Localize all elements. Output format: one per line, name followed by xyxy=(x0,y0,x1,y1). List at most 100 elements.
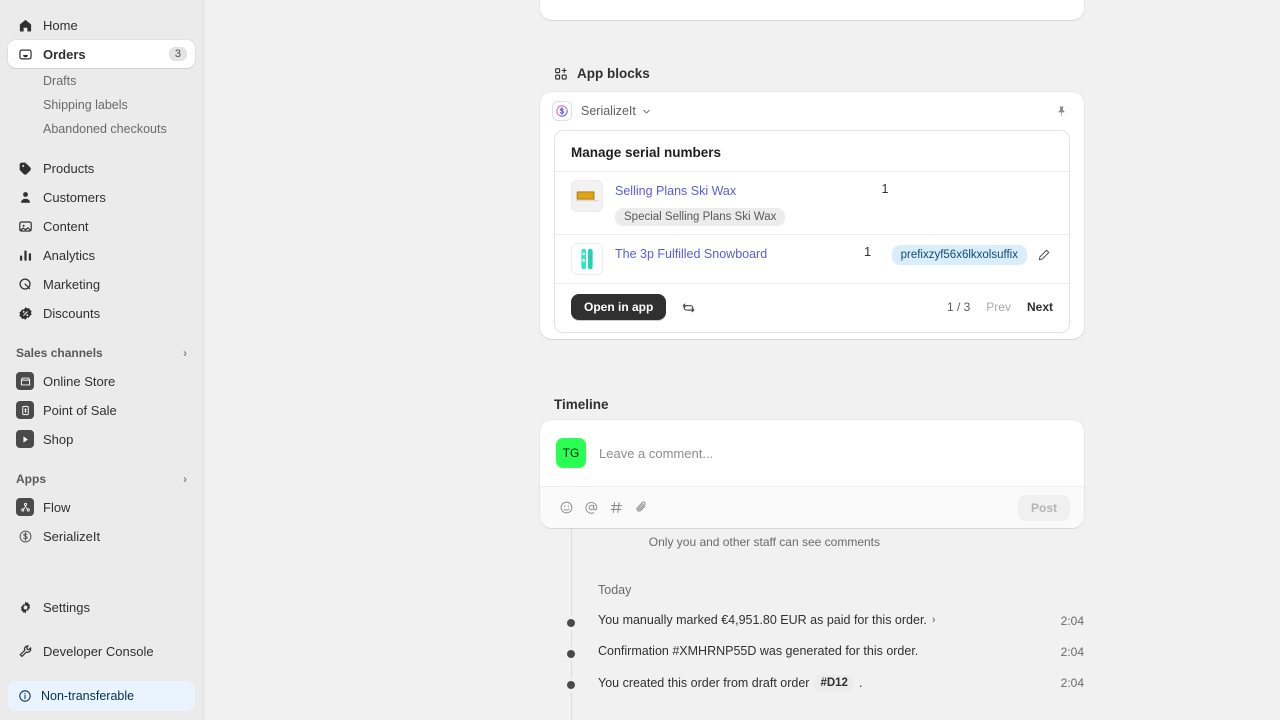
sidebar-item-label: Products xyxy=(43,160,95,176)
orders-icon xyxy=(16,45,34,63)
mention-icon[interactable] xyxy=(579,496,603,520)
gear-icon xyxy=(16,598,34,616)
serial-row: Selling Plans Ski Wax Special Selling Pl… xyxy=(555,171,1069,234)
serializeit-app-logo-icon xyxy=(552,101,572,121)
serial-column: prefixzyf56x6lkxolsuffix xyxy=(891,243,1055,266)
sidebar-item-home[interactable]: Home xyxy=(8,11,195,39)
attachment-icon[interactable] xyxy=(629,496,653,520)
comment-visibility-note: Only you and other staff can see comment… xyxy=(648,535,880,549)
sidebar-item-label: Developer Console xyxy=(43,643,154,659)
sidebar-item-developer-console[interactable]: Developer Console xyxy=(8,637,195,665)
sidebar-item-discounts[interactable]: Discounts xyxy=(8,299,195,327)
sidebar-item-label: Settings xyxy=(43,599,90,615)
emoji-icon[interactable] xyxy=(554,496,578,520)
chevron-right-icon: › xyxy=(183,346,187,360)
comment-row: TG xyxy=(540,420,1084,486)
sidebar-item-serializeit[interactable]: SerializeIt xyxy=(8,522,195,550)
hashtag-icon[interactable] xyxy=(604,496,628,520)
sidebar-item-settings[interactable]: Settings xyxy=(8,593,195,621)
timeline-event-text-wrap: You manually marked €4,951.80 EUR as pai… xyxy=(598,613,936,627)
serial-column-empty xyxy=(909,180,1055,181)
nav-spacer-2 xyxy=(0,328,203,340)
sidebar-subitem-label: Shipping labels xyxy=(43,98,128,112)
chevron-down-icon[interactable] xyxy=(642,107,651,116)
sidebar-subitem-label: Drafts xyxy=(43,74,77,88)
app-blocks-title: App blocks xyxy=(577,66,650,81)
app-blocks-card: SerializeIt Manage serial numbers Sellin… xyxy=(540,92,1084,339)
timeline-dot-icon xyxy=(564,616,578,630)
non-transferable-label: Non-transferable xyxy=(41,689,135,703)
timeline-event: You created this order from draft order … xyxy=(564,675,1084,695)
pin-icon[interactable] xyxy=(1050,100,1072,122)
prev-page-button[interactable]: Prev xyxy=(986,300,1011,314)
sidebar-section-sales-channels[interactable]: Sales channels › xyxy=(8,340,195,366)
previous-card-partial xyxy=(540,0,1084,20)
sidebar-item-marketing[interactable]: Marketing xyxy=(8,270,195,298)
serial-row-body: The 3p Fulfilled Snowboard xyxy=(615,243,848,263)
post-comment-button[interactable]: Post xyxy=(1017,494,1070,521)
timeline-event-text-wrap: You created this order from draft order … xyxy=(598,675,862,691)
open-in-app-button[interactable]: Open in app xyxy=(571,294,667,320)
sidebar-item-analytics[interactable]: Analytics xyxy=(8,241,195,269)
panel-footer: Open in app 1 / 3 Prev Next xyxy=(555,283,1069,332)
ski-wax-thumbnail xyxy=(571,180,603,212)
info-icon xyxy=(18,689,32,703)
page-count: 1 / 3 xyxy=(946,300,971,314)
timeline-event-time: 2:04 xyxy=(1060,676,1084,690)
panel-title: Manage serial numbers xyxy=(571,145,722,160)
serial-row: The 3p Fulfilled Snowboard 1 prefixzyf56… xyxy=(555,234,1069,283)
avatar: TG xyxy=(556,438,586,468)
timeline-event-text: Confirmation #XMHRNP55D was generated fo… xyxy=(598,644,919,658)
next-page-button[interactable]: Next xyxy=(1027,300,1053,314)
app-block-app-name: SerializeIt xyxy=(581,104,636,118)
sidebar-item-drafts[interactable]: Drafts xyxy=(8,69,195,93)
analytics-icon xyxy=(16,246,34,264)
pagination: 1 / 3 Prev Next xyxy=(947,300,1053,314)
sidebar-item-abandoned-checkouts[interactable]: Abandoned checkouts xyxy=(8,117,195,141)
sidebar-item-orders[interactable]: Orders 3 xyxy=(8,40,195,68)
nav-spacer-3 xyxy=(0,454,203,466)
marketing-icon xyxy=(16,275,34,293)
non-transferable-pill[interactable]: Non-transferable xyxy=(8,681,195,711)
point-of-sale-icon xyxy=(16,401,34,419)
timeline-event-text-suffix: . xyxy=(858,676,863,690)
comment-input[interactable] xyxy=(599,445,1068,461)
chevron-right-icon[interactable]: › xyxy=(932,614,936,626)
sidebar-item-label: Online Store xyxy=(43,373,116,389)
refresh-icon[interactable] xyxy=(676,295,700,319)
sidebar-item-content[interactable]: Content xyxy=(8,212,195,240)
sidebar-subitem-label: Abandoned checkouts xyxy=(43,122,167,136)
sidebar-item-label: Point of Sale xyxy=(43,402,117,418)
sidebar-item-label: Content xyxy=(43,218,89,234)
sidebar-section-apps[interactable]: Apps › xyxy=(8,466,195,492)
sidebar-item-label: Orders xyxy=(43,46,86,62)
sidebar-item-products[interactable]: Products xyxy=(8,154,195,182)
pencil-icon[interactable] xyxy=(1033,244,1055,266)
admin-shell: Home Orders 3 Drafts Shipping labels Aba… xyxy=(0,0,1280,720)
sidebar-item-label: SerializeIt xyxy=(43,528,101,544)
sidebar-item-label: Marketing xyxy=(43,276,101,292)
draft-order-chip[interactable]: #D12 xyxy=(814,675,854,691)
sidebar-item-label: Customers xyxy=(43,189,106,205)
chevron-right-icon: › xyxy=(183,472,187,486)
product-link[interactable]: The 3p Fulfilled Snowboard xyxy=(615,247,767,261)
products-icon xyxy=(16,159,34,177)
shop-icon xyxy=(16,430,34,448)
serial-number-badge[interactable]: prefixzyf56x6lkxolsuffix xyxy=(891,245,1027,265)
sidebar-item-customers[interactable]: Customers xyxy=(8,183,195,211)
serial-row-body: Selling Plans Ski Wax Special Selling Pl… xyxy=(615,180,865,226)
snowboard-thumbnail xyxy=(571,243,603,275)
sidebar-settings-group: Settings xyxy=(0,592,203,622)
variant-badge: Special Selling Plans Ski Wax xyxy=(615,208,786,226)
product-link[interactable]: Selling Plans Ski Wax xyxy=(615,184,736,198)
quantity-value: 1 xyxy=(881,182,889,196)
content-icon xyxy=(16,217,34,235)
comment-toolbar: Post xyxy=(540,486,1084,528)
sidebar-item-shipping-labels[interactable]: Shipping labels xyxy=(8,93,195,117)
blocks-icon xyxy=(554,67,568,81)
timeline-event-text: You created this order from draft order xyxy=(598,676,810,690)
timeline-event: Confirmation #XMHRNP55D was generated fo… xyxy=(564,644,1084,664)
sidebar-item-label: Flow xyxy=(43,499,71,515)
timeline-day-label: Today xyxy=(598,583,632,597)
